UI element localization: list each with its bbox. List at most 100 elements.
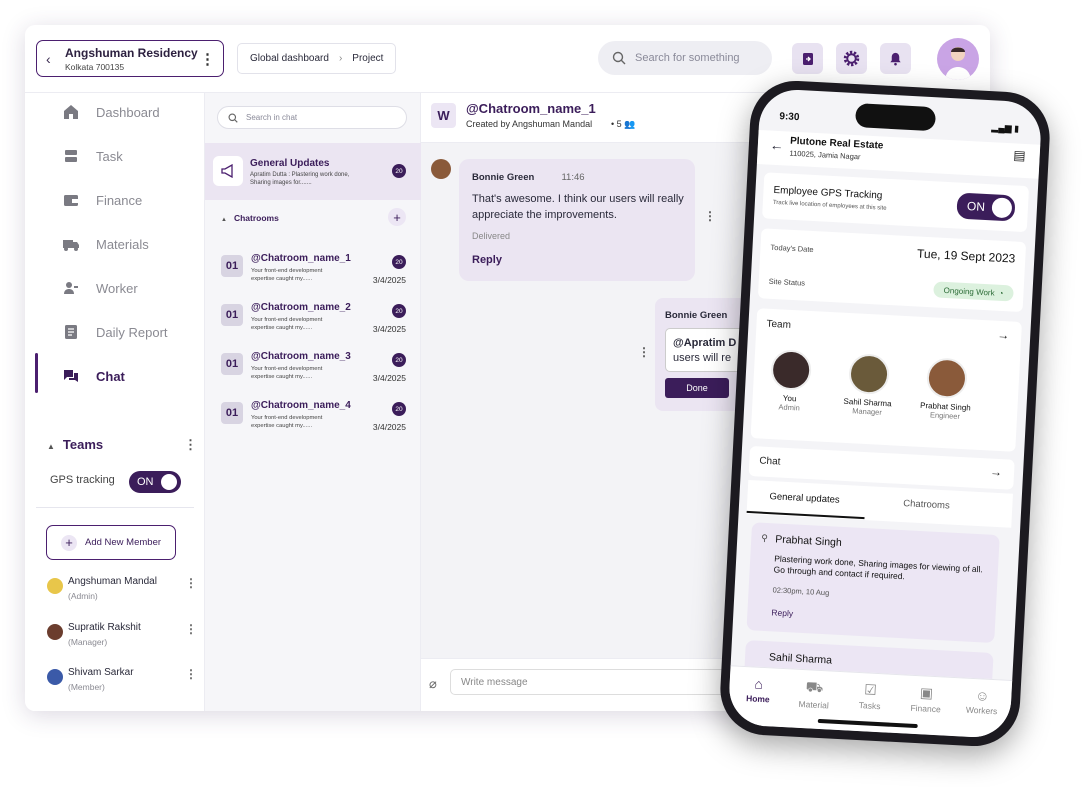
tab-home[interactable]: ⌂ Home xyxy=(731,674,786,705)
caret-up-icon: ▲ xyxy=(47,442,55,451)
chatroom-item[interactable]: 01 @Chatroom_name_2 Your front-end devel… xyxy=(221,300,406,344)
general-updates-item[interactable]: General Updates Apratim Dutta : Plasteri… xyxy=(205,143,421,200)
teams-header[interactable]: ▲ Teams ⋮ xyxy=(47,437,197,452)
arrow-left-icon[interactable]: ← xyxy=(769,137,784,154)
kebab-menu-icon[interactable]: ⋮ xyxy=(185,576,197,590)
attachment-icon[interactable]: ⌀ xyxy=(429,676,437,692)
sidebar-item-label: Materials xyxy=(96,236,149,252)
chatrooms-header[interactable]: ▲ Chatrooms + xyxy=(221,208,406,226)
chat-search-input[interactable]: Search in chat xyxy=(217,106,407,129)
gps-tracking-label: GPS tracking xyxy=(50,474,115,486)
tab-finance[interactable]: ▣ Finance xyxy=(898,683,953,715)
kebab-menu-icon[interactable]: ⋮ xyxy=(638,345,650,359)
kebab-menu-icon[interactable]: ⋮ xyxy=(184,437,197,453)
chatroom-item[interactable]: 01 @Chatroom_name_3 Your front-end devel… xyxy=(221,349,406,393)
post-reply-link[interactable]: Reply xyxy=(771,607,793,618)
sidebar-item-label: Task xyxy=(96,148,123,164)
status-time: 9:30 xyxy=(779,111,800,124)
sidebar-item-materials[interactable]: Materials xyxy=(25,229,205,259)
phone-gps-toggle[interactable]: ON xyxy=(956,192,1016,222)
tab-chatrooms[interactable]: Chatrooms xyxy=(903,498,950,511)
home-icon xyxy=(61,102,81,122)
general-updates-preview: Apratim Dutta : Plastering work done, Sh… xyxy=(250,172,350,186)
chatroom-date: 3/4/2025 xyxy=(372,324,406,334)
report-icon xyxy=(61,322,81,342)
team-member[interactable]: Sahil Sharma Manager xyxy=(832,352,905,418)
member-item[interactable]: Angshuman Mandal (Admin) ⋮ xyxy=(47,576,197,606)
project-name: Angshuman Residency xyxy=(65,46,198,60)
member-name: Angshuman Mandal xyxy=(68,576,157,587)
arrow-right-icon[interactable]: → xyxy=(990,465,1003,480)
chat-subtitle: Created by Angshuman Mandal xyxy=(466,119,593,129)
member-name: Shivam Sarkar xyxy=(68,667,134,678)
wallet-icon xyxy=(61,190,81,210)
chat-search-placeholder: Search in chat xyxy=(246,113,298,122)
chatroom-name: @Chatroom_name_3 xyxy=(251,351,351,362)
breadcrumb-global[interactable]: Global dashboard xyxy=(250,53,329,64)
chatroom-date: 3/4/2025 xyxy=(372,422,406,432)
tab-general-updates[interactable]: General updates xyxy=(769,491,840,506)
date-value: Tue, 19 Sept 2023 xyxy=(916,246,1016,266)
phone-screen: 9:30 ▂▄▆ ▮ ← Plutone Real Estate 110025,… xyxy=(727,88,1043,739)
kebab-menu-icon[interactable]: ⋮ xyxy=(185,622,197,636)
gps-subtitle: Track live location of employees at this… xyxy=(772,199,887,212)
member-name: Supratik Rakshit xyxy=(68,622,141,633)
sidebar-item-worker[interactable]: Worker xyxy=(25,273,205,303)
team-member[interactable]: Prabhat Singh Engineer xyxy=(910,356,983,422)
chat-icon xyxy=(61,366,81,386)
team-member[interactable]: You Admin xyxy=(754,348,827,414)
phone-mockup: 9:30 ▂▄▆ ▮ ← Plutone Real Estate 110025,… xyxy=(705,70,1065,770)
company-address: 110025, Jamia Nagar xyxy=(789,148,861,162)
add-chatroom-button[interactable]: + xyxy=(388,208,406,226)
tab-workers[interactable]: ☺ Workers xyxy=(954,686,1009,717)
chevron-right-icon: › xyxy=(338,53,343,64)
member-count[interactable]: • 5 👥 xyxy=(611,119,635,130)
message-time: 11:46 xyxy=(561,172,585,183)
chatroom-avatar: W xyxy=(431,103,456,128)
arrow-right-icon[interactable]: → xyxy=(997,328,1010,343)
team-label: Team xyxy=(766,318,792,331)
avatar xyxy=(770,349,813,392)
chatroom-preview: Your front-end development expertise cau… xyxy=(251,317,323,331)
chatroom-number: 01 xyxy=(221,402,243,424)
sidebar-item-daily-report[interactable]: Daily Report xyxy=(25,317,205,347)
member-item[interactable]: Shivam Sarkar (Member) ⋮ xyxy=(47,667,197,697)
tab-material[interactable]: ⛟ Material xyxy=(786,677,842,711)
truck-icon: ⛟ xyxy=(805,678,824,696)
notebook-icon[interactable]: ▤ xyxy=(1013,147,1026,164)
megaphone-icon xyxy=(213,156,243,186)
chevron-left-icon[interactable]: ‹ xyxy=(46,51,51,67)
tab-label: Tasks xyxy=(858,700,881,712)
breadcrumb: Global dashboard › Project xyxy=(237,43,397,74)
chatroom-item[interactable]: 01 @Chatroom_name_4 Your front-end devel… xyxy=(221,398,406,442)
site-info-card: Today's Date Tue, 19 Sept 2023 Site Stat… xyxy=(757,228,1027,313)
sidebar-item-label: Worker xyxy=(96,280,138,296)
gps-toggle[interactable]: ON xyxy=(129,471,181,493)
sidebar-item-finance[interactable]: Finance xyxy=(25,185,205,215)
kebab-menu-icon[interactable]: ⋮ xyxy=(185,667,197,681)
member-item[interactable]: Supratik Rakshit (Manager) ⋮ xyxy=(47,622,197,652)
chat-list-panel: Search in chat General Updates Apratim D… xyxy=(205,93,421,711)
gps-card: Employee GPS Tracking Track live locatio… xyxy=(762,172,1030,233)
chatroom-preview: Your front-end development expertise cau… xyxy=(251,268,323,282)
tab-label: Home xyxy=(745,693,770,705)
caret-up-icon: ▲ xyxy=(221,217,227,223)
kebab-menu-icon[interactable]: ⋮ xyxy=(200,50,215,68)
chatroom-date: 3/4/2025 xyxy=(372,275,406,285)
sidebar-item-dashboard[interactable]: Dashboard xyxy=(25,97,205,127)
sidebar-item-task[interactable]: Task xyxy=(25,141,205,171)
sidebar-item-label: Daily Report xyxy=(96,324,168,340)
member-count-value: 5 xyxy=(616,119,622,129)
breadcrumb-project[interactable]: Project xyxy=(352,53,383,64)
wallet-icon: ▣ xyxy=(919,684,934,701)
dynamic-island xyxy=(854,103,937,132)
unread-badge: 20 xyxy=(392,353,406,367)
sidebar-item-chat[interactable]: Chat xyxy=(25,353,205,393)
chatroom-preview: Your front-end development expertise cau… xyxy=(251,366,323,380)
phone-gps-toggle-label: ON xyxy=(966,199,986,214)
chatroom-item[interactable]: 01 @Chatroom_name_1 Your front-end devel… xyxy=(221,251,406,295)
tab-tasks[interactable]: ☑ Tasks xyxy=(842,680,897,712)
add-member-button[interactable]: + Add New Member xyxy=(46,525,176,560)
reply-link[interactable]: Reply xyxy=(472,254,502,266)
project-selector[interactable]: ‹ Angshuman Residency Kolkata 700135 ⋮ xyxy=(36,40,224,77)
